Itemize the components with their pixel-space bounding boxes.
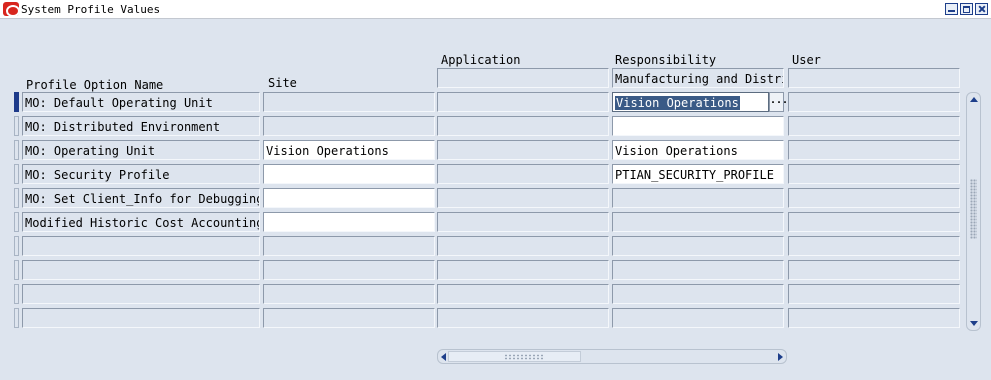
header-responsibility: Responsibility (615, 53, 717, 67)
row-site-cell[interactable] (263, 212, 435, 232)
row-indicator[interactable] (14, 308, 19, 328)
row-name-cell: MO: Default Operating Unit (22, 92, 260, 112)
scroll-left-icon[interactable] (441, 353, 446, 361)
row-user-cell[interactable] (788, 92, 960, 112)
row-responsibility-cell[interactable]: Vision Operations (612, 140, 784, 160)
selected-value-text: Vision Operations (615, 96, 740, 110)
horizontal-scrollbar[interactable] (437, 349, 787, 364)
row-indicator[interactable] (14, 116, 19, 136)
header-user: User (792, 53, 821, 67)
list-of-values-button[interactable]: ... (769, 92, 788, 112)
row-site-cell[interactable] (263, 236, 435, 256)
responsibility-context-field[interactable]: Manufacturing and Distri (612, 68, 784, 88)
row-site-cell[interactable] (263, 284, 435, 304)
scroll-down-icon[interactable] (970, 321, 978, 326)
row-indicator[interactable] (14, 140, 19, 160)
row-responsibility-cell[interactable]: PTIAN_SECURITY_PROFILE (612, 164, 784, 184)
maximize-icon[interactable] (960, 3, 973, 15)
row-name-cell (22, 260, 260, 280)
horizontal-scroll-thumb[interactable] (448, 351, 581, 362)
row-user-cell[interactable] (788, 284, 960, 304)
row-user-cell[interactable] (788, 116, 960, 136)
row-application-cell[interactable] (437, 284, 609, 304)
row-application-cell[interactable] (437, 236, 609, 256)
row-name-cell: MO: Set Client_Info for Debugging (22, 188, 260, 208)
row-user-cell[interactable] (788, 308, 960, 328)
row-responsibility-cell[interactable]: Vision Operations (612, 92, 769, 112)
row-application-cell[interactable] (437, 188, 609, 208)
row-name-cell (22, 308, 260, 328)
row-user-cell[interactable] (788, 212, 960, 232)
row-site-cell[interactable] (263, 116, 435, 136)
scroll-right-icon[interactable] (778, 353, 783, 361)
row-responsibility-cell[interactable] (612, 308, 784, 328)
row-indicator[interactable] (14, 164, 19, 184)
row-site-cell[interactable] (263, 308, 435, 328)
row-application-cell[interactable] (437, 260, 609, 280)
row-name-cell (22, 284, 260, 304)
row-application-cell[interactable] (437, 140, 609, 160)
row-site-cell[interactable] (263, 92, 435, 112)
row-responsibility-cell[interactable] (612, 260, 784, 280)
scroll-up-icon[interactable] (970, 97, 978, 102)
row-application-cell[interactable] (437, 116, 609, 136)
row-responsibility-cell[interactable] (612, 188, 784, 208)
row-application-cell[interactable] (437, 212, 609, 232)
row-name-cell: MO: Security Profile (22, 164, 260, 184)
row-indicator[interactable] (14, 260, 19, 280)
application-context-field[interactable] (437, 68, 609, 88)
scroll-grip-icon[interactable] (970, 179, 977, 239)
row-indicator[interactable] (14, 212, 19, 232)
row-indicator[interactable] (14, 92, 19, 112)
row-name-cell (22, 236, 260, 256)
row-user-cell[interactable] (788, 188, 960, 208)
header-site: Site (268, 76, 297, 90)
oracle-logo-icon (3, 2, 20, 17)
row-user-cell[interactable] (788, 140, 960, 160)
row-name-cell: MO: Distributed Environment (22, 116, 260, 136)
user-context-field[interactable] (788, 68, 960, 88)
row-name-cell: MO: Operating Unit (22, 140, 260, 160)
row-application-cell[interactable] (437, 92, 609, 112)
minimize-icon[interactable] (945, 3, 958, 15)
row-application-cell[interactable] (437, 308, 609, 328)
row-indicator[interactable] (14, 284, 19, 304)
close-icon[interactable] (975, 3, 988, 15)
window-title: System Profile Values (21, 3, 161, 16)
row-indicator[interactable] (14, 188, 19, 208)
header-application: Application (441, 53, 521, 67)
row-responsibility-cell[interactable] (612, 212, 784, 232)
scroll-grip-icon (504, 354, 544, 360)
vertical-scrollbar[interactable] (966, 92, 981, 331)
row-responsibility-cell[interactable] (612, 116, 784, 136)
row-application-cell[interactable] (437, 164, 609, 184)
row-site-cell[interactable]: Vision Operations (263, 140, 435, 160)
row-user-cell[interactable] (788, 260, 960, 280)
row-name-cell: Modified Historic Cost Accounting (22, 212, 260, 232)
row-user-cell[interactable] (788, 164, 960, 184)
row-user-cell[interactable] (788, 236, 960, 256)
row-site-cell[interactable] (263, 188, 435, 208)
profile-values-form: Profile Option Name Site Application Res… (0, 19, 991, 380)
title-bar: System Profile Values (0, 0, 991, 19)
row-site-cell[interactable] (263, 164, 435, 184)
row-responsibility-cell[interactable] (612, 236, 784, 256)
row-site-cell[interactable] (263, 260, 435, 280)
row-responsibility-cell[interactable] (612, 284, 784, 304)
row-indicator[interactable] (14, 236, 19, 256)
header-profile-option-name: Profile Option Name (26, 78, 164, 92)
